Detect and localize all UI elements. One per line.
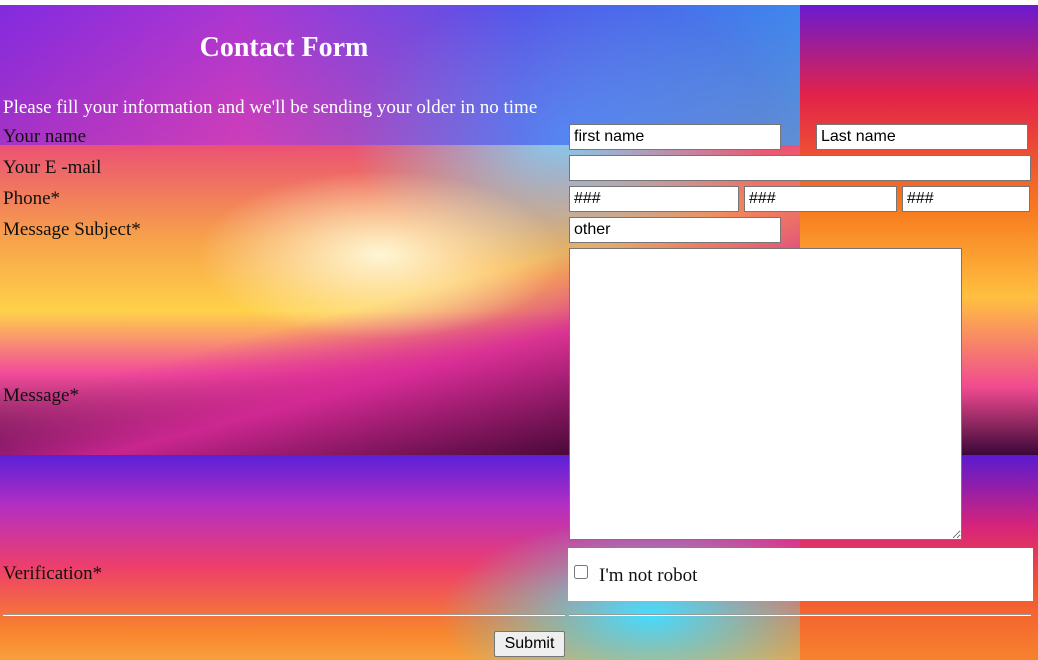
divider [3,614,565,616]
name-label: Your name [3,126,87,147]
phone-area-input[interactable] [569,186,739,212]
message-label: Message* [3,385,79,406]
phone-label: Phone* [3,188,60,209]
first-name-input[interactable] [569,124,781,150]
not-robot-label: I'm not robot [599,565,698,586]
phone-prefix-input[interactable] [744,186,897,212]
last-name-input[interactable] [816,124,1028,150]
phone-line-input[interactable] [902,186,1030,212]
subject-input[interactable] [569,217,781,243]
not-robot-checkbox[interactable] [574,565,588,579]
form-title: Contact Form [199,32,369,63]
divider [569,614,1031,616]
verification-label: Verification* [3,563,103,584]
email-label: Your E -mail [3,157,102,178]
message-textarea[interactable] [569,248,962,540]
email-input[interactable] [569,155,1031,181]
submit-button[interactable]: Submit [494,631,565,657]
subject-label: Message Subject* [3,219,141,240]
verification-box: I'm not robot [568,548,1033,601]
form-intro-text: Please fill your information and we'll b… [3,97,538,118]
